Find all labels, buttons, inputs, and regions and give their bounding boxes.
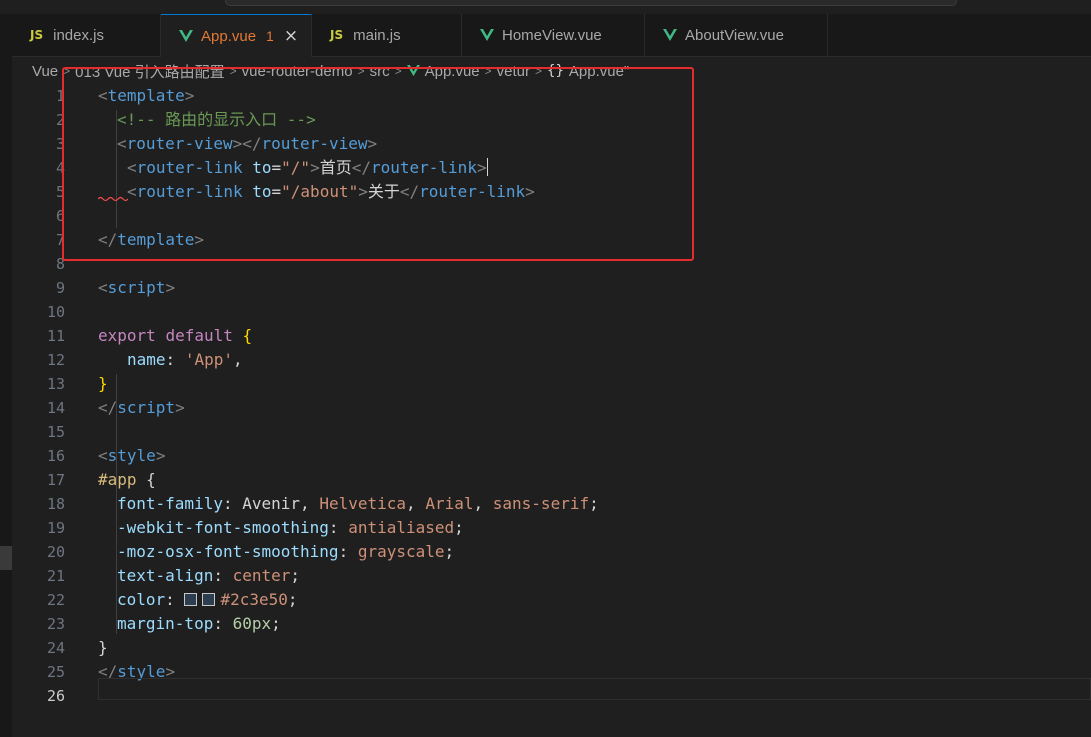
annotation-highlight-box xyxy=(62,67,694,261)
problem-count-badge: 1 xyxy=(266,28,274,44)
line-number: 11 xyxy=(46,327,65,345)
line-number: 8 xyxy=(55,255,65,273)
code-line-current: 26 xyxy=(12,678,1091,705)
code-line: 16 <style> xyxy=(12,444,1091,468)
line-number: 19 xyxy=(46,519,65,537)
color-swatch[interactable] xyxy=(202,593,216,606)
line-number: 21 xyxy=(46,567,65,585)
tab-label: AboutView.vue xyxy=(685,26,784,44)
close-icon[interactable]: × xyxy=(284,26,298,46)
activity-bar xyxy=(0,14,12,737)
line-number: 24 xyxy=(46,639,65,657)
code-line: 13 } xyxy=(12,372,1091,396)
line-number: 16 xyxy=(46,447,65,465)
code-line: 22 color: #2c3e50; xyxy=(12,588,1091,612)
tab-app-vue[interactable]: App.vue 1 × xyxy=(161,14,312,57)
color-swatch[interactable] xyxy=(184,593,198,606)
code-line: 17 #app { xyxy=(12,468,1091,492)
js-icon: JS xyxy=(330,28,344,42)
breadcrumb-item[interactable]: Vue xyxy=(32,63,58,80)
tab-index-js[interactable]: JS index.js xyxy=(12,14,161,56)
line-number: 5 xyxy=(55,183,65,201)
line-number: 4 xyxy=(55,159,65,177)
code-line: 24 } xyxy=(12,636,1091,660)
current-line-highlight xyxy=(98,678,1091,700)
code-line: 19 -webkit-font-smoothing: antialiased; xyxy=(12,516,1091,540)
vue-icon xyxy=(179,29,193,42)
line-number: 20 xyxy=(46,543,65,561)
line-number: 13 xyxy=(46,375,65,393)
line-number: 14 xyxy=(46,399,65,417)
line-number: 15 xyxy=(46,423,65,441)
line-number: 6 xyxy=(55,207,65,225)
code-line: 15 xyxy=(12,420,1091,444)
code-line: 18 font-family: Avenir, Helvetica, Arial… xyxy=(12,492,1091,516)
code-line: 10 xyxy=(12,300,1091,324)
line-number: 23 xyxy=(46,615,65,633)
line-number: 9 xyxy=(55,279,65,297)
line-number: 26 xyxy=(46,687,65,705)
line-number: 2 xyxy=(55,111,65,129)
line-number: 10 xyxy=(46,303,65,321)
tab-label: main.js xyxy=(353,26,401,44)
command-center[interactable] xyxy=(225,0,957,6)
line-number: 1 xyxy=(55,87,65,105)
editor-tab-bar: JS index.js App.vue 1 × JS main.js HomeV… xyxy=(12,14,1091,57)
tab-main-js[interactable]: JS main.js xyxy=(312,14,462,56)
js-icon: JS xyxy=(30,28,44,42)
vue-icon xyxy=(663,28,677,41)
tab-aboutview-vue[interactable]: AboutView.vue xyxy=(645,14,828,56)
tab-label: index.js xyxy=(53,26,104,44)
tab-label: App.vue xyxy=(201,27,257,45)
line-number: 3 xyxy=(55,135,65,153)
line-number: 18 xyxy=(46,495,65,513)
code-line: 21 text-align: center; xyxy=(12,564,1091,588)
scroll-marker[interactable] xyxy=(0,546,12,570)
code-line: 12 name: 'App', xyxy=(12,348,1091,372)
line-number: 17 xyxy=(46,471,65,489)
code-line: 9 <script> xyxy=(12,276,1091,300)
code-line: 11 export default { xyxy=(12,324,1091,348)
vue-icon xyxy=(480,28,494,41)
line-number: 12 xyxy=(46,351,65,369)
line-number: 22 xyxy=(46,591,65,609)
title-strip xyxy=(0,0,1091,14)
code-line: 20 -moz-osx-font-smoothing: grayscale; xyxy=(12,540,1091,564)
tab-homeview-vue[interactable]: HomeView.vue xyxy=(462,14,645,56)
line-number: 7 xyxy=(55,231,65,249)
tab-label: HomeView.vue xyxy=(502,26,602,44)
code-line: 14 </script> xyxy=(12,396,1091,420)
code-line: 23 margin-top: 60px; xyxy=(12,612,1091,636)
